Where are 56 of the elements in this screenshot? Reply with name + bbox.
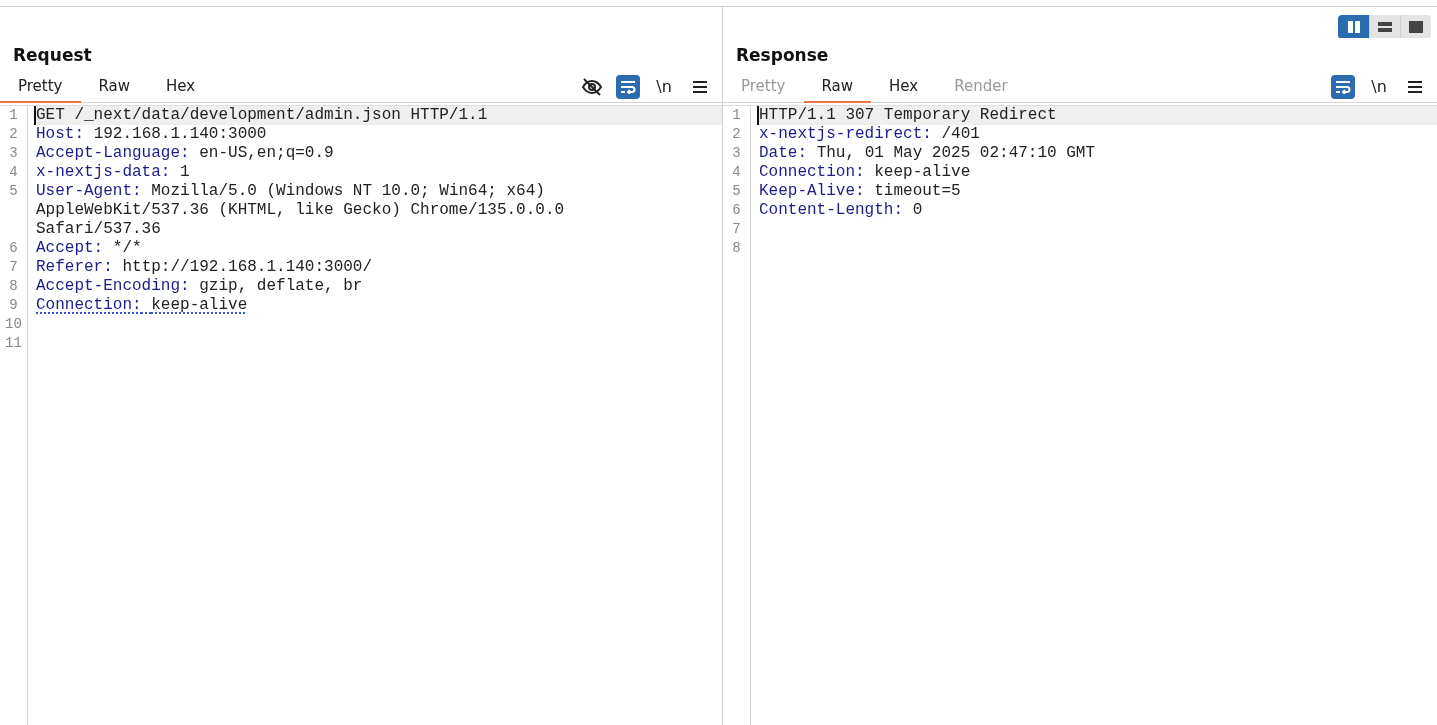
code-line: Accept: */* xyxy=(36,239,143,258)
code-line: Connection: keep-alive xyxy=(759,163,972,182)
code-line: x-nextjs-redirect: /401 xyxy=(759,125,981,144)
line-number: 9 xyxy=(8,296,19,315)
line-number: 7 xyxy=(8,258,19,277)
code-line: User-Agent: Mozilla/5.0 (Windows NT 10.0; Win64; x64) xyxy=(36,182,546,201)
code-line: Content-Length: 0 xyxy=(759,201,924,220)
single-view-button[interactable] xyxy=(1400,15,1431,38)
rows-icon xyxy=(1378,20,1392,33)
code-line: Referer: http://192.168.1.140:3000/ xyxy=(36,258,374,277)
line-number: 7 xyxy=(731,220,742,239)
code-line: Accept-Encoding: gzip, deflate, br xyxy=(36,277,364,296)
code-line: Host: 192.168.1.140:3000 xyxy=(36,125,268,144)
tab[interactable]: Hex xyxy=(871,71,937,103)
line-number: 11 xyxy=(4,334,23,353)
code-line: x-nextjs-data: 1 xyxy=(36,163,191,182)
code-line: Keep-Alive: timeout=5 xyxy=(759,182,962,201)
tab[interactable]: Hex xyxy=(148,71,214,103)
tab[interactable]: Raw xyxy=(80,71,149,103)
line-number: 8 xyxy=(8,277,19,296)
wrap-button[interactable] xyxy=(1331,74,1355,99)
line-number: 1 xyxy=(8,106,19,125)
pane-title: Response xyxy=(735,44,830,67)
line-number: 2 xyxy=(731,125,742,144)
line-number: 5 xyxy=(731,182,742,201)
tab[interactable]: Pretty xyxy=(0,71,81,103)
line-number: 1 xyxy=(731,106,742,125)
line-number: 6 xyxy=(731,201,742,220)
line-number: 8 xyxy=(731,239,742,258)
wrap-icon xyxy=(620,79,636,94)
line-number: 4 xyxy=(8,163,19,182)
menu-icon xyxy=(1408,79,1422,94)
line-number: 6 xyxy=(8,239,19,258)
code-line: Accept-Language: en-US,en;q=0.9 xyxy=(36,144,335,163)
line-number: 4 xyxy=(731,163,742,182)
line-number: 3 xyxy=(8,144,19,163)
code-line: Safari/537.36 xyxy=(36,220,162,239)
code-line: Connection: keep-alive xyxy=(36,296,249,315)
code-line: Date: Thu, 01 May 2025 02:47:10 GMT xyxy=(759,144,1097,163)
newline-toggle-button[interactable]: \n xyxy=(652,74,676,99)
columns-icon xyxy=(1346,20,1361,33)
hide-icon xyxy=(581,76,603,97)
columns-view-button[interactable] xyxy=(1338,15,1369,38)
line-number: 10 xyxy=(4,315,23,334)
wrap-button[interactable] xyxy=(616,74,640,99)
menu-icon xyxy=(693,79,707,94)
pane-title: Request xyxy=(12,44,93,67)
wrap-icon xyxy=(1335,79,1351,94)
line-number: 3 xyxy=(731,144,742,163)
newline-toggle-button[interactable]: \n xyxy=(1367,74,1391,99)
line-number: 5 xyxy=(8,182,19,201)
code-line: AppleWebKit/537.36 (KHTML, like Gecko) Chrome/135.0.0.0 xyxy=(36,201,566,220)
rows-view-button[interactable] xyxy=(1369,15,1400,38)
line-number: 2 xyxy=(8,125,19,144)
tab[interactable]: Raw xyxy=(803,71,872,103)
square-icon xyxy=(1409,20,1423,33)
